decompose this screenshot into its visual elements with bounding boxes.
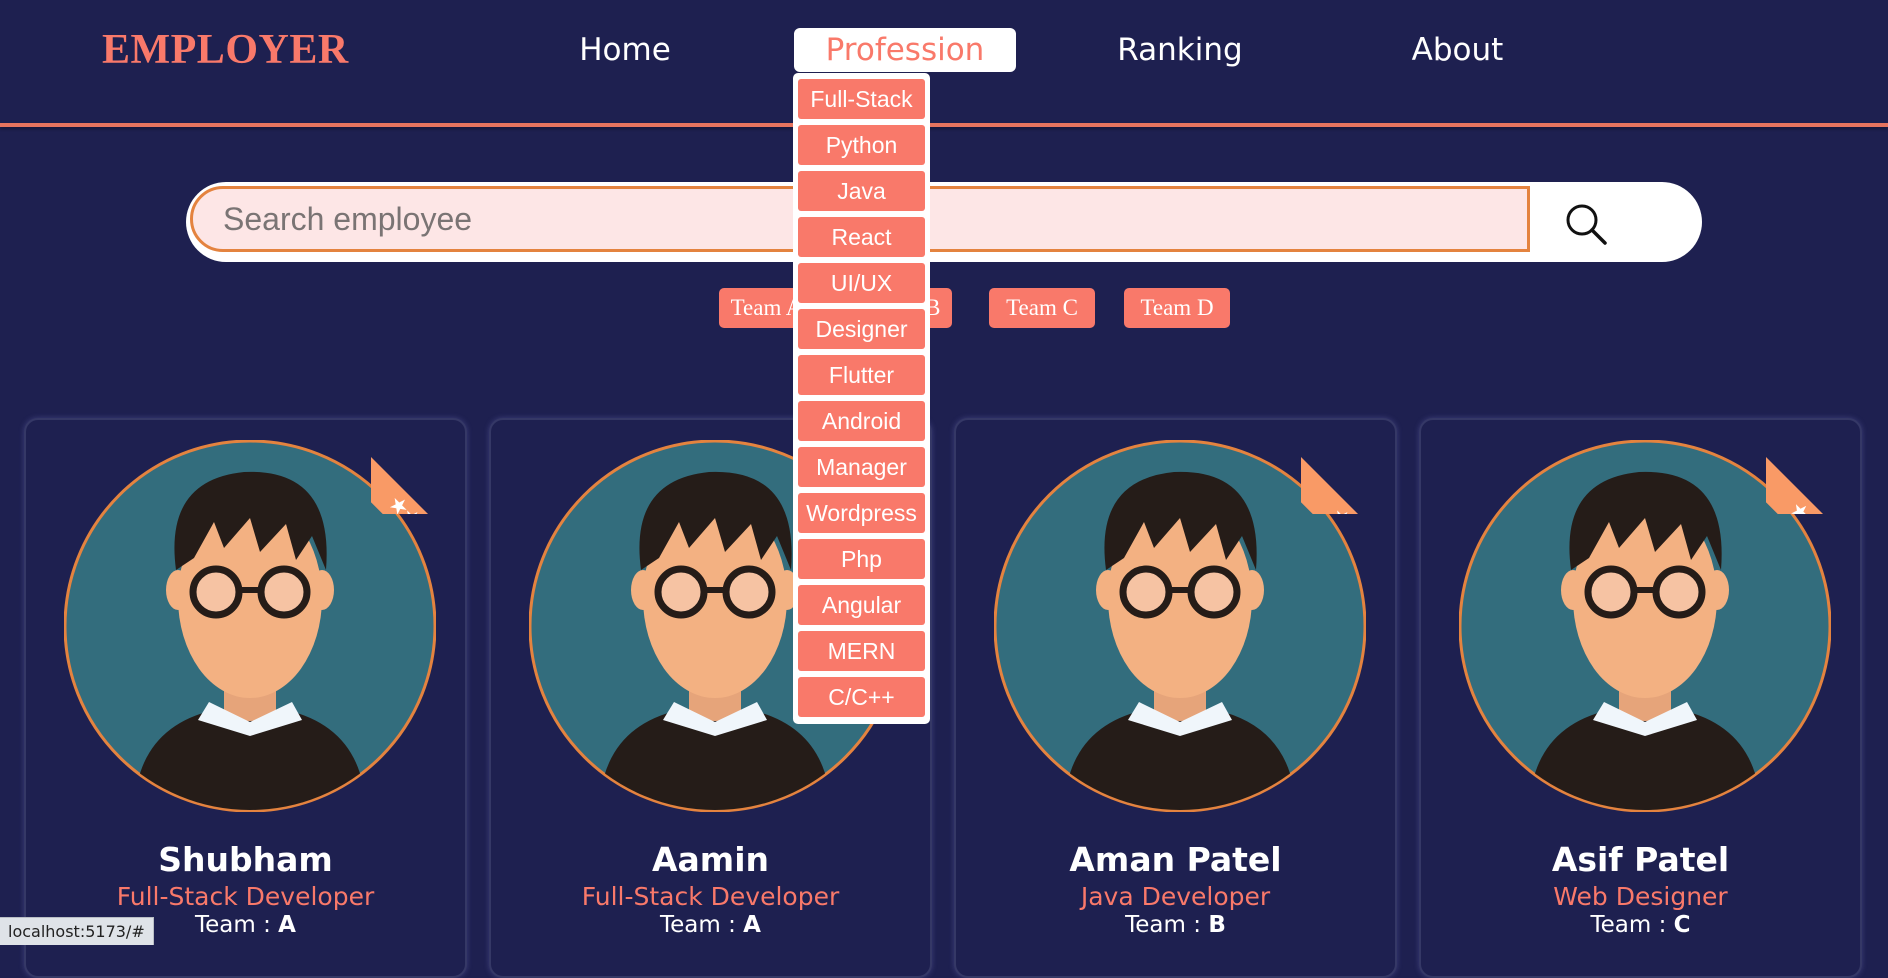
employee-name: Shubham — [158, 840, 333, 879]
team-filter-c[interactable]: Team C — [989, 288, 1095, 328]
employee-name: Aamin — [652, 840, 769, 879]
nav-profession[interactable]: Profession — [794, 28, 1016, 72]
profession-option[interactable]: Flutter — [798, 355, 925, 395]
employee-name: Asif Patel — [1551, 840, 1730, 879]
profession-option[interactable]: Java — [798, 171, 925, 211]
profession-option[interactable]: Wordpress — [798, 493, 925, 533]
profession-dropdown: Full-Stack Python Java React UI/UX Desig… — [793, 73, 930, 724]
employee-card[interactable]: ★★★ Shubham Full-Stack Developer Team : … — [24, 418, 467, 978]
rating-ribbon: ★ — [1301, 420, 1395, 514]
profession-option[interactable]: Python — [798, 125, 925, 165]
profession-option[interactable]: Android — [798, 401, 925, 441]
employee-team: Team : A — [660, 912, 761, 938]
rating-ribbon: ★★ — [1766, 420, 1860, 514]
employee-team: Team : B — [1125, 912, 1226, 938]
employee-role: Java Developer — [1080, 882, 1271, 911]
nav-about[interactable]: About — [1390, 28, 1525, 72]
rating-stars: ★ — [1301, 447, 1395, 514]
employee-card[interactable]: ★★ Asif Patel Web Designer Team : C — [1419, 418, 1862, 978]
search-icon — [1566, 204, 1607, 245]
employee-name: Aman Patel — [1069, 840, 1282, 879]
nav-home[interactable]: Home — [560, 28, 690, 72]
profession-option[interactable]: React — [798, 217, 925, 257]
team-filter-d[interactable]: Team D — [1124, 288, 1230, 328]
header-divider — [0, 123, 1888, 127]
search-bar — [186, 182, 1702, 262]
rating-ribbon: ★★★ — [371, 420, 465, 514]
search-button[interactable] — [1562, 200, 1610, 248]
profession-option[interactable]: Manager — [798, 447, 925, 487]
profession-option[interactable]: Designer — [798, 309, 925, 349]
brand-logo: EMPLOYER — [102, 27, 349, 73]
profession-option[interactable]: Php — [798, 539, 925, 579]
profession-option[interactable]: Angular — [798, 585, 925, 625]
employee-role: Web Designer — [1553, 882, 1728, 911]
employee-role: Full-Stack Developer — [581, 882, 840, 911]
employee-card[interactable]: ★ Aman Patel Java Developer Team : B — [954, 418, 1397, 978]
profession-option[interactable]: MERN — [798, 631, 925, 671]
profession-option[interactable]: UI/UX — [798, 263, 925, 303]
rating-stars: ★★ — [1766, 447, 1860, 514]
nav-ranking[interactable]: Ranking — [1100, 28, 1260, 72]
profession-option[interactable]: Full-Stack — [798, 79, 925, 119]
status-bar-url: localhost:5173/# — [0, 917, 154, 945]
rating-stars: ★★★ — [371, 447, 465, 514]
employee-role: Full-Stack Developer — [116, 882, 375, 911]
profession-option[interactable]: C/C++ — [798, 677, 925, 717]
employee-team: Team : C — [1590, 912, 1691, 938]
